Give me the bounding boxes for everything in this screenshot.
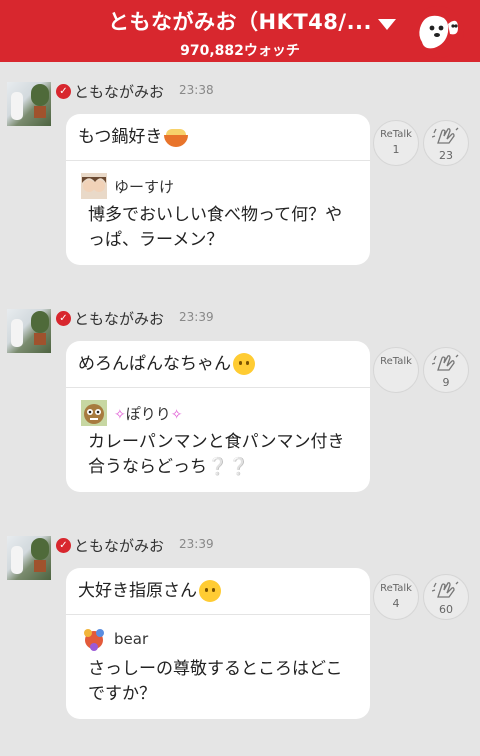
ramen-bowl-icon — [164, 129, 189, 147]
author-name[interactable]: ともながみお — [74, 81, 164, 102]
clap-count: 23 — [439, 149, 453, 162]
sparkle-icon: ✧ — [170, 407, 183, 423]
retalk-button[interactable]: ReTalk 1 — [373, 120, 419, 166]
author-avatar[interactable] — [7, 309, 51, 353]
question-text: カレーパンマンと食パンマン付き合うならどっち❔❔ — [88, 432, 345, 477]
talk-text-row: もつ鍋好き — [66, 114, 370, 161]
page-title[interactable]: ともながみお（HKT48/... — [0, 6, 480, 36]
talk-text: めろんぱんなちゃん — [78, 354, 231, 374]
question-header: bear — [66, 615, 370, 657]
app-header: ともながみお（HKT48/... 970,882ウォッチ — [0, 0, 480, 62]
post-time: 23:39 — [179, 537, 214, 551]
talk-text: 大好き指原さん — [78, 581, 197, 601]
clap-icon — [431, 581, 459, 598]
questioner-name-text: ぽりり — [125, 405, 171, 423]
questioner-name[interactable]: bear — [114, 630, 148, 648]
author-name[interactable]: ともながみお — [74, 535, 164, 556]
retalk-button[interactable]: ReTalk — [373, 347, 419, 393]
questioner-avatar[interactable] — [81, 173, 107, 199]
verified-badge-icon: ✓ — [56, 538, 71, 553]
post-time: 23:39 — [179, 310, 214, 324]
question-header: ✧ぽりり✧ — [66, 388, 370, 430]
sparkle-icon: ✧ — [114, 407, 126, 423]
clap-button[interactable]: 23 — [423, 120, 469, 166]
smiley-face-icon — [233, 353, 255, 375]
clap-button[interactable]: 60 — [423, 574, 469, 620]
clap-count: 9 — [442, 376, 450, 389]
retalk-button[interactable]: ReTalk 4 — [373, 574, 419, 620]
clap-icon — [431, 354, 459, 371]
talk-bubble[interactable]: もつ鍋好き ゆーすけ 博多でおいしい食べ物って何？やっぱ、ラーメン？ — [66, 114, 370, 265]
retalk-label: ReTalk — [380, 583, 412, 594]
talk-text-row: 大好き指原さん — [66, 568, 370, 615]
smiley-face-icon — [199, 580, 221, 602]
questioner-avatar[interactable] — [81, 400, 107, 426]
questioner-name[interactable]: ✧ぽりり✧ — [114, 403, 182, 424]
talk-bubble[interactable]: 大好き指原さん bear さっしーの尊敬するところはどこですか？ — [66, 568, 370, 719]
mascot-icon[interactable] — [410, 4, 466, 60]
dropdown-arrow-icon[interactable] — [378, 19, 396, 30]
questioner-avatar[interactable] — [81, 627, 107, 653]
talk-text-row: めろんぱんなちゃん — [66, 341, 370, 388]
clap-button[interactable]: 9 — [423, 347, 469, 393]
verified-badge-icon: ✓ — [56, 311, 71, 326]
clap-icon — [431, 127, 459, 144]
author-name[interactable]: ともながみお — [74, 308, 164, 329]
questioner-name[interactable]: ゆーすけ — [114, 176, 174, 197]
question-text: さっしーの尊敬するところはどこですか？ — [88, 659, 343, 704]
clap-count: 60 — [439, 603, 453, 616]
retalk-count: 1 — [392, 143, 400, 156]
retalk-count: 4 — [392, 597, 400, 610]
question-header: ゆーすけ — [66, 161, 370, 203]
retalk-label: ReTalk — [380, 129, 412, 140]
watch-count: 970,882ウォッチ — [180, 43, 300, 59]
post-time: 23:38 — [179, 83, 214, 97]
verified-badge-icon: ✓ — [56, 84, 71, 99]
retalk-label: ReTalk — [380, 356, 412, 367]
author-avatar[interactable] — [7, 536, 51, 580]
author-avatar[interactable] — [7, 82, 51, 126]
question-text: 博多でおいしい食べ物って何？やっぱ、ラーメン？ — [88, 205, 343, 250]
talk-bubble[interactable]: めろんぱんなちゃん ✧ぽりり✧ カレーパンマンと食パンマン付き合うならどっち❔❔ — [66, 341, 370, 492]
talk-text: もつ鍋好き — [78, 127, 163, 147]
